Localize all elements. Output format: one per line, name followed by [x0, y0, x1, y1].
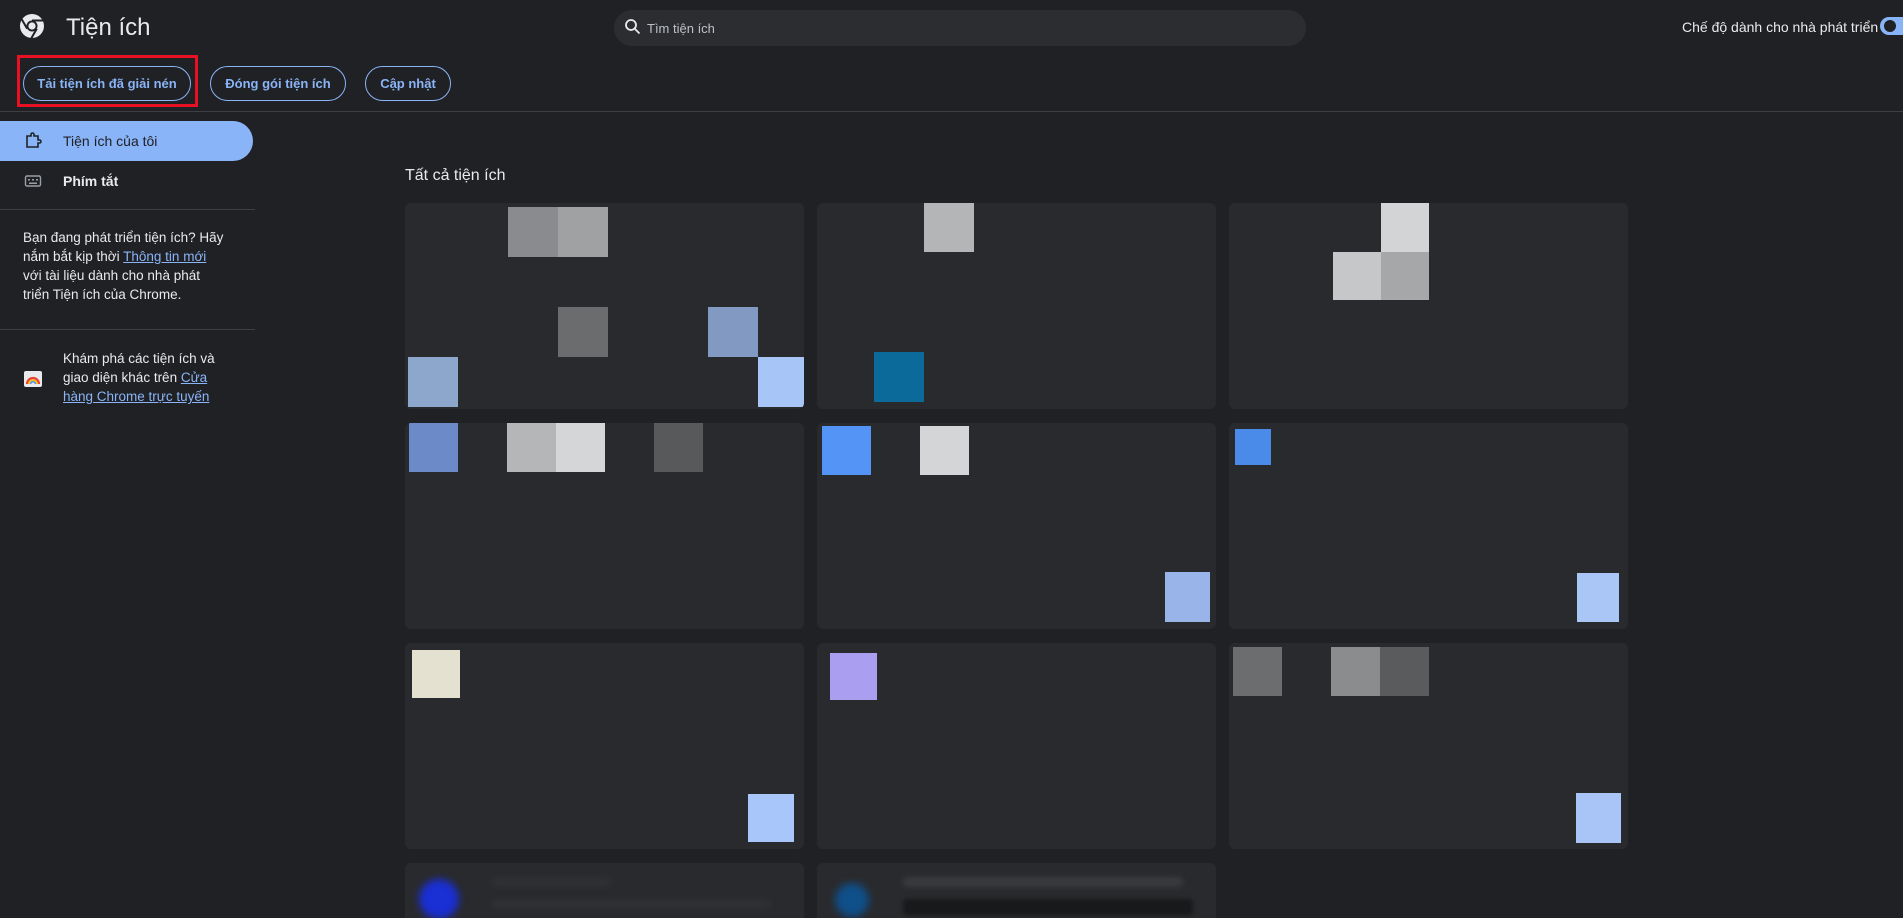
dev-mode-toggle[interactable] — [1880, 17, 1903, 35]
pixelated-content — [830, 653, 877, 700]
pixelated-content — [1381, 252, 1429, 300]
dev-note-text-end: với tài liệu dành cho nhà phát triển Tiệ… — [23, 268, 200, 302]
blurred-text — [491, 899, 771, 909]
pixelated-content — [408, 357, 458, 407]
developer-note: Bạn đang phát triển tiện ích? Hãy nắm bắ… — [23, 228, 228, 304]
pixelated-content — [558, 207, 608, 257]
extension-card[interactable] — [817, 423, 1216, 629]
sidebar-item-my-extensions[interactable]: Tiện ích của tôi — [0, 121, 253, 161]
search-icon — [625, 19, 641, 35]
search-input[interactable] — [647, 10, 1287, 46]
extension-card[interactable] — [405, 203, 804, 409]
extension-card[interactable] — [1229, 643, 1628, 849]
sidebar-item-shortcuts[interactable]: Phím tắt — [0, 161, 253, 201]
pixelated-content — [1233, 647, 1282, 696]
pixelated-content — [1331, 647, 1380, 696]
pixelated-content — [708, 307, 758, 357]
blurred-text — [491, 877, 611, 887]
extension-card[interactable] — [817, 863, 1216, 918]
extension-card[interactable] — [405, 863, 804, 918]
blurred-text — [903, 899, 1193, 915]
search-box[interactable] — [614, 10, 1306, 46]
pixelated-content — [758, 357, 804, 407]
pixelated-content — [409, 423, 458, 472]
web-store-icon — [24, 371, 42, 387]
pixelated-content — [1577, 573, 1619, 622]
chrome-logo-icon — [20, 14, 44, 39]
whats-new-link[interactable]: Thông tin mới — [123, 249, 206, 264]
extension-card[interactable] — [405, 643, 804, 849]
blurred-icon — [835, 883, 869, 917]
extension-card[interactable] — [1229, 423, 1628, 629]
sidebar-divider — [0, 329, 255, 330]
update-button[interactable]: Cập nhật — [365, 66, 451, 101]
pixelated-content — [654, 423, 703, 472]
pixelated-content — [507, 423, 556, 472]
toggle-knob — [1884, 20, 1896, 32]
sidebar-item-label: Phím tắt — [63, 173, 119, 189]
pixelated-content — [508, 207, 558, 257]
pixelated-content — [1380, 647, 1429, 696]
pixelated-content — [558, 307, 608, 357]
pixelated-content — [920, 426, 969, 475]
pixelated-content — [1381, 203, 1429, 252]
pixelated-content — [1165, 572, 1210, 622]
extension-card[interactable] — [817, 643, 1216, 849]
extension-card[interactable] — [1229, 203, 1628, 409]
extension-card[interactable] — [817, 203, 1216, 409]
pixelated-content — [874, 352, 924, 402]
pixelated-content — [748, 794, 794, 842]
pixelated-content — [412, 650, 460, 698]
page-title: Tiện ích — [66, 14, 151, 41]
pixelated-content — [1333, 252, 1381, 300]
dev-mode-label: Chế độ dành cho nhà phát triển — [1682, 19, 1879, 35]
web-store-note: Khám phá các tiện ích và giao diện khác … — [63, 349, 233, 406]
pack-extension-button[interactable]: Đóng gói tiện ích — [210, 66, 346, 101]
extension-card[interactable] — [405, 423, 804, 629]
load-unpacked-button[interactable]: Tải tiện ích đã giải nén — [23, 66, 191, 101]
pixelated-content — [1235, 429, 1271, 465]
blurred-text — [903, 877, 1183, 887]
section-title: Tất cả tiện ích — [405, 167, 506, 184]
sidebar-item-label: Tiện ích của tôi — [63, 133, 158, 149]
pixelated-content — [1576, 793, 1621, 843]
sidebar-divider — [0, 209, 255, 210]
blurred-icon — [419, 879, 459, 918]
keyboard-icon — [24, 175, 42, 187]
puzzle-icon — [26, 132, 42, 148]
pixelated-content — [556, 423, 605, 472]
pixelated-content — [924, 203, 974, 252]
pixelated-content — [822, 426, 871, 475]
